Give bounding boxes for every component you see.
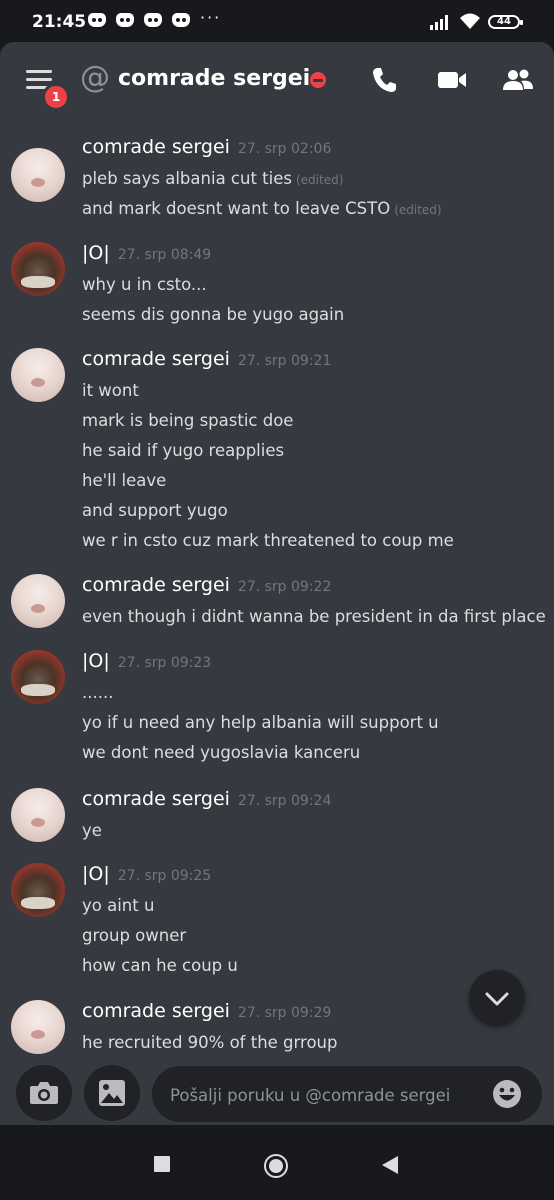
message[interactable]: we dont need yugoslavia kanceru xyxy=(82,743,360,762)
message-input[interactable] xyxy=(168,1066,482,1124)
battery-icon: 44 xyxy=(488,15,523,29)
phone-call-icon[interactable] xyxy=(368,64,400,96)
timestamp: 27. srp 08:49 xyxy=(117,247,212,263)
timestamp: 27. srp 09:21 xyxy=(237,353,332,369)
message[interactable]: why u in csto... xyxy=(82,275,207,294)
username[interactable]: |O| xyxy=(82,650,110,672)
message-author-line: comrade sergei 27. srp 09:29 xyxy=(82,1000,331,1022)
edited-tag: (edited) xyxy=(295,173,344,187)
message[interactable]: he'll leave xyxy=(82,471,166,490)
system-nav-bar xyxy=(0,1125,554,1200)
recent-apps-icon[interactable] xyxy=(153,1155,171,1173)
edited-tag: (edited) xyxy=(394,203,442,217)
avatar[interactable] xyxy=(11,348,65,402)
gallery-button[interactable] xyxy=(84,1065,140,1121)
image-icon xyxy=(99,1080,125,1106)
message[interactable]: he recruited 90% of the grroup xyxy=(82,1033,337,1052)
members-icon[interactable] xyxy=(502,64,534,96)
chevron-down-icon xyxy=(485,992,509,1006)
discord-notification-icon xyxy=(116,13,134,27)
avatar[interactable] xyxy=(11,148,65,202)
timestamp: 27. srp 09:23 xyxy=(117,655,212,671)
message[interactable]: group owner xyxy=(82,926,186,945)
avatar[interactable] xyxy=(11,650,65,704)
camera-icon xyxy=(30,1082,58,1104)
unread-badge: 1 xyxy=(42,83,70,111)
timestamp: 27. srp 09:29 xyxy=(237,1005,332,1021)
message[interactable]: we r in csto cuz mark threatened to coup… xyxy=(82,531,454,550)
username[interactable]: comrade sergei xyxy=(82,1000,230,1022)
message[interactable]: even though i didnt wanna be president i… xyxy=(82,607,546,626)
camera-button[interactable] xyxy=(16,1065,72,1121)
notification-icons xyxy=(88,13,190,27)
message-author-line: comrade sergei 27. srp 09:21 xyxy=(82,348,331,370)
message[interactable]: yo if u need any help albania will suppo… xyxy=(82,713,439,732)
at-icon: @ xyxy=(80,60,110,95)
timestamp: 27. srp 09:25 xyxy=(117,868,212,884)
message-author-line: |O| 27. srp 09:25 xyxy=(82,863,211,885)
wifi-icon xyxy=(460,13,480,29)
avatar[interactable] xyxy=(11,863,65,917)
message-author-line: comrade sergei 27. srp 09:22 xyxy=(82,574,331,596)
message[interactable]: and mark doesnt want to leave CSTO (edite… xyxy=(82,199,442,218)
status-bar: 21:45 ··· 44 xyxy=(0,0,554,42)
avatar[interactable] xyxy=(11,1000,65,1054)
message[interactable]: how can he coup u xyxy=(82,956,238,975)
message-input-container xyxy=(152,1066,542,1124)
timestamp: 27. srp 09:22 xyxy=(237,579,332,595)
discord-notification-icon xyxy=(88,13,106,27)
scroll-to-bottom-button[interactable] xyxy=(469,970,525,1026)
avatar[interactable] xyxy=(11,788,65,842)
message-composer xyxy=(0,1065,554,1125)
username[interactable]: |O| xyxy=(82,863,110,885)
message[interactable]: seems dis gonna be yugo again xyxy=(82,305,344,324)
timestamp: 27. srp 02:06 xyxy=(237,141,332,157)
username[interactable]: comrade sergei xyxy=(82,348,230,370)
more-notifications-indicator: ··· xyxy=(200,8,222,27)
username[interactable]: comrade sergei xyxy=(82,136,230,158)
message[interactable]: and support yugo xyxy=(82,501,228,520)
message-author-line: |O| 27. srp 09:23 xyxy=(82,650,211,672)
channel-header: 1 @ comrade sergei xyxy=(0,42,554,118)
discord-notification-icon xyxy=(172,13,190,27)
do-not-disturb-status-icon xyxy=(310,72,326,88)
username[interactable]: comrade sergei xyxy=(82,574,230,596)
message-author-line: |O| 27. srp 08:49 xyxy=(82,242,211,264)
timestamp: 27. srp 09:24 xyxy=(237,793,332,809)
signal-icon xyxy=(430,15,448,30)
video-call-icon[interactable] xyxy=(436,64,468,96)
message[interactable]: it wont xyxy=(82,381,139,400)
message[interactable]: ...... xyxy=(82,683,113,702)
back-icon[interactable] xyxy=(380,1155,400,1175)
username[interactable]: |O| xyxy=(82,242,110,264)
message[interactable]: yo aint u xyxy=(82,896,154,915)
emoji-icon[interactable] xyxy=(492,1079,522,1109)
message[interactable]: mark is being spastic doe xyxy=(82,411,293,430)
message[interactable]: he said if yugo reapplies xyxy=(82,441,284,460)
message-author-line: comrade sergei 27. srp 02:06 xyxy=(82,136,331,158)
home-icon[interactable] xyxy=(263,1153,289,1179)
status-time: 21:45 xyxy=(32,12,87,32)
message[interactable]: ye xyxy=(82,821,102,840)
message-author-line: comrade sergei 27. srp 09:24 xyxy=(82,788,331,810)
avatar[interactable] xyxy=(11,242,65,296)
avatar[interactable] xyxy=(11,574,65,628)
message[interactable]: pleb says albania cut ties (edited) xyxy=(82,169,343,188)
channel-title[interactable]: comrade sergei xyxy=(118,66,310,91)
username[interactable]: comrade sergei xyxy=(82,788,230,810)
message-list[interactable]: comrade sergei 27. srp 02:06 pleb says al… xyxy=(0,118,554,1065)
discord-notification-icon xyxy=(144,13,162,27)
